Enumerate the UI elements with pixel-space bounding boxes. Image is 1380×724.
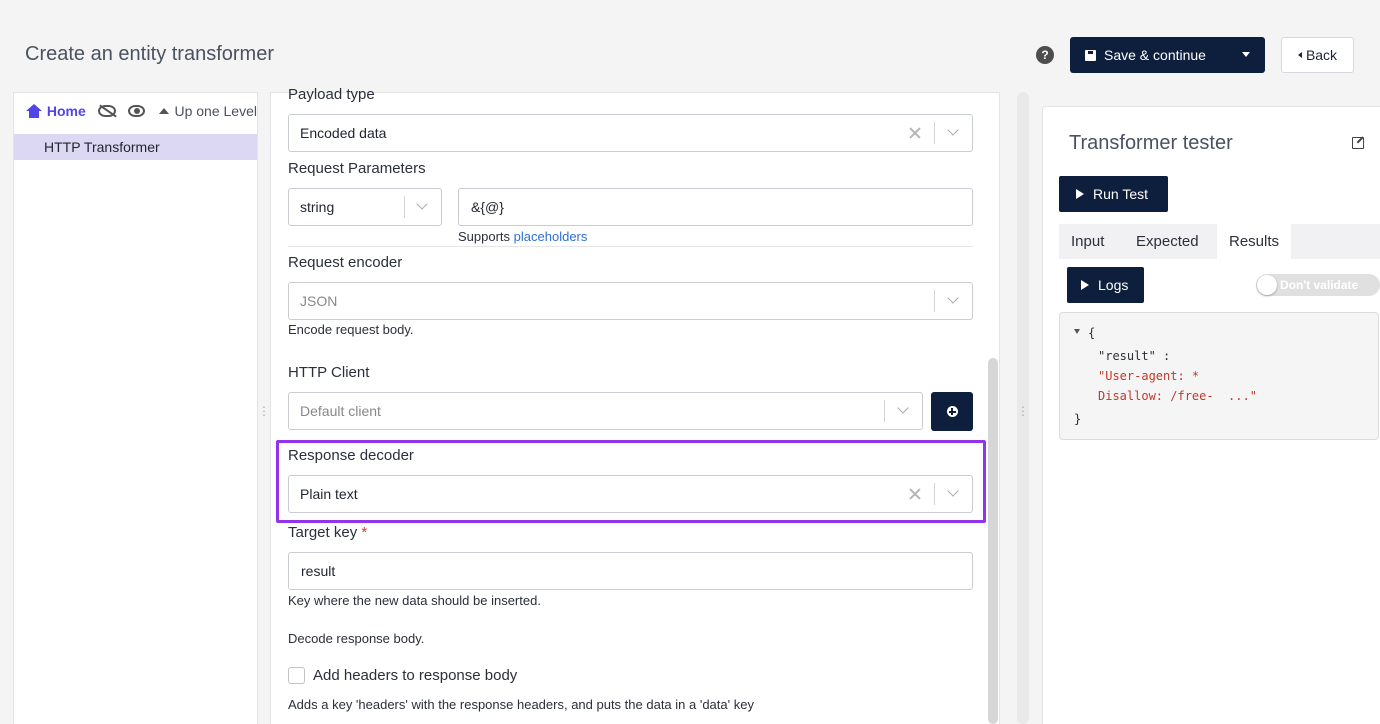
clear-icon[interactable] (909, 488, 921, 500)
request-encoder-value: JSON (300, 293, 338, 309)
placeholders-help: Supports placeholders (458, 229, 587, 244)
response-decoder-label: Response decoder (288, 447, 414, 464)
http-client-select[interactable]: Default client (288, 392, 923, 430)
resize-handle-left[interactable]: ⋮ (258, 404, 270, 424)
play-icon (1076, 189, 1084, 199)
back-label: Back (1305, 47, 1338, 63)
chevron-down-icon[interactable] (947, 292, 959, 304)
http-client-value: Default client (300, 403, 381, 419)
param-type-value: string (300, 199, 335, 215)
clear-icon[interactable] (909, 127, 921, 139)
response-decoder-select[interactable]: Plain text (288, 475, 973, 513)
select-separator (934, 290, 935, 312)
request-parameters-label: Request Parameters (288, 160, 426, 177)
results-code-viewer: { "result" : "User-agent: * Disallow: /f… (1059, 312, 1379, 440)
save-label: Save & continue (1104, 47, 1206, 63)
tree-item-http-transformer[interactable]: HTTP Transformer (14, 134, 257, 160)
target-key-input[interactable]: result (288, 552, 973, 590)
param-type-select[interactable]: string (288, 188, 442, 226)
http-client-label: HTTP Client (288, 364, 370, 381)
play-icon (1081, 280, 1089, 290)
code-key: "result" : (1098, 349, 1171, 363)
code-value-line-1: "User-agent: * (1098, 369, 1200, 383)
dont-validate-toggle[interactable]: Don't validate (1256, 274, 1380, 296)
collapse-caret-icon[interactable] (1074, 329, 1080, 334)
payload-type-value: Encoded data (300, 125, 387, 141)
code-close-brace: } (1074, 412, 1082, 426)
required-mark: * (361, 524, 368, 541)
back-caret-icon (1297, 52, 1302, 58)
request-encoder-label: Request encoder (288, 254, 403, 271)
response-decoder-value: Plain text (300, 486, 358, 502)
chevron-down-icon[interactable] (416, 198, 428, 210)
target-key-help: Key where the new data should be inserte… (288, 593, 541, 608)
resize-handle-right[interactable]: ⋮ (1017, 404, 1029, 424)
run-test-button[interactable]: Run Test (1059, 176, 1168, 212)
payload-type-select[interactable]: Encoded data (288, 114, 973, 152)
add-client-button[interactable] (931, 392, 973, 431)
tab-expected[interactable]: Expected (1124, 224, 1211, 259)
tester-title: Transformer tester (1069, 132, 1233, 154)
toggle-knob (1257, 275, 1277, 295)
save-icon (1085, 49, 1096, 61)
dropdown-caret-icon[interactable] (1242, 52, 1250, 57)
request-encoder-select[interactable]: JSON (288, 282, 973, 320)
logs-label: Logs (1098, 277, 1129, 293)
tree-toolbar: Home Up one Level (14, 93, 257, 129)
select-separator (934, 122, 935, 144)
code-open-brace: { (1088, 326, 1096, 340)
transformer-tree: Home Up one Level HTTP Transformer (13, 92, 258, 724)
save-continue-button[interactable]: Save & continue (1070, 37, 1265, 73)
payload-type-label: Payload type (288, 86, 375, 103)
select-separator (404, 196, 405, 218)
tab-input[interactable]: Input (1059, 224, 1116, 259)
add-headers-label[interactable]: Add headers to response body (313, 667, 517, 684)
add-headers-checkbox[interactable] (288, 667, 305, 684)
up-arrow-icon (159, 108, 170, 114)
code-value-line-2: Disallow: /free- ..." (1098, 389, 1257, 403)
add-headers-help: Adds a key 'headers' with the response h… (288, 697, 754, 712)
eye-off-icon[interactable] (97, 105, 116, 117)
home-icon[interactable] (26, 104, 42, 118)
plus-circle-icon (946, 406, 958, 417)
decode-help: Decode response body. (288, 631, 425, 646)
up-one-level-link[interactable]: Up one Level (174, 103, 257, 119)
request-parameter-input[interactable]: &{@} (458, 188, 973, 226)
request-encoder-help: Encode request body. (288, 322, 414, 337)
chevron-down-icon[interactable] (947, 124, 959, 136)
run-test-label: Run Test (1093, 186, 1148, 202)
page-title: Create an entity transformer (25, 43, 274, 65)
toggle-label: Don't validate (1280, 278, 1359, 292)
divider (288, 246, 973, 247)
eye-icon[interactable] (127, 105, 146, 117)
tester-tabs: Input Expected Results (1059, 224, 1380, 259)
external-link-icon[interactable] (1352, 137, 1364, 149)
back-button[interactable]: Back (1281, 37, 1354, 73)
target-key-label-text: Target key (288, 524, 358, 541)
select-separator (884, 400, 885, 422)
chevron-down-icon[interactable] (947, 485, 959, 497)
placeholders-link[interactable]: placeholders (514, 229, 588, 244)
select-separator (934, 483, 935, 505)
logs-button[interactable]: Logs (1067, 267, 1144, 303)
target-key-label: Target key * (288, 524, 367, 541)
placeholders-help-prefix: Supports (458, 229, 511, 244)
home-link[interactable]: Home (47, 103, 86, 119)
chevron-down-icon[interactable] (897, 402, 909, 414)
form-scrollbar[interactable] (988, 358, 998, 724)
help-icon[interactable]: ? (1036, 46, 1054, 64)
tab-results[interactable]: Results (1217, 224, 1292, 259)
